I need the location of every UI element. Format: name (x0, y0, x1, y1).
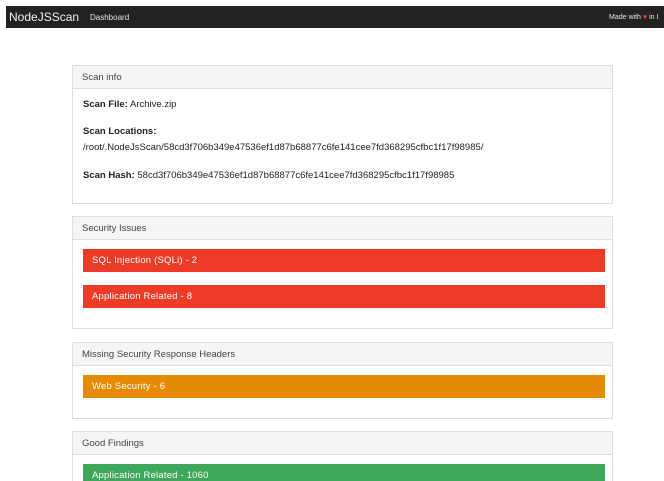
scan-hash-line: Scan Hash: 58cd3f706b349e47536ef1d87b688… (83, 170, 454, 181)
missing-headers-heading: Missing Security Response Headers (73, 343, 612, 366)
scan-hash-label: Scan Hash: (83, 170, 135, 181)
good-findings-panel: Good Findings Application Related - 1060 (72, 431, 613, 481)
heart-icon: ♥ (642, 13, 648, 21)
scan-locations-label-line: Scan Locations: (83, 126, 156, 137)
web-security-bar[interactable]: Web Security - 6 (83, 375, 605, 398)
scan-file-label: Scan File: (83, 99, 128, 110)
top-navbar: NodeJSScan Dashboard Made with ♥ in I (6, 6, 664, 28)
issue-application-related-bar[interactable]: Application Related - 8 (83, 285, 605, 308)
scan-hash-value: 58cd3f706b349e47536ef1d87b68877c6fe141ce… (137, 170, 455, 181)
made-with-text: Made with (609, 13, 641, 21)
scan-file-line: Scan File: Archive.zip (83, 99, 176, 110)
made-with-credit: Made with ♥ in I (609, 6, 658, 28)
missing-headers-panel: Missing Security Response Headers Web Se… (72, 342, 613, 419)
security-issues-heading: Security Issues (73, 217, 612, 240)
scan-info-heading: Scan info (73, 66, 612, 89)
good-application-related-bar[interactable]: Application Related - 1060 (83, 464, 605, 481)
scan-locations-label: Scan Locations: (83, 126, 157, 137)
scan-file-value: Archive.zip (130, 99, 177, 110)
security-issues-panel: Security Issues SQL Injection (SQLi) - 2… (72, 216, 613, 329)
issue-sqli-bar[interactable]: SQL Injection (SQLi) - 2 (83, 249, 605, 272)
brand-link[interactable]: NodeJSScan (6, 10, 90, 24)
nav-dashboard-link[interactable]: Dashboard (90, 13, 129, 22)
scan-info-panel: Scan info Scan File: Archive.zip Scan Lo… (72, 65, 613, 204)
made-in-text: in I (649, 13, 659, 21)
scan-locations-value: /root/.NodeJsScan/58cd3f706b349e47536ef1… (83, 142, 484, 153)
good-findings-heading: Good Findings (73, 432, 612, 455)
